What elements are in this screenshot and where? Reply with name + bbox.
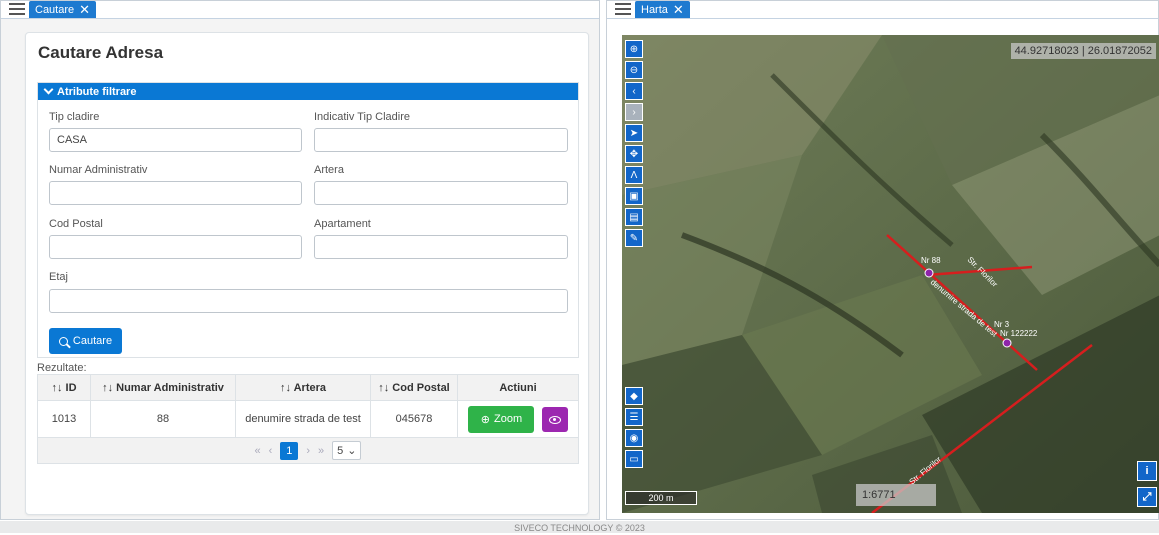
- view-button[interactable]: [541, 407, 568, 433]
- col-header-cod[interactable]: ↑↓ Cod Postal: [370, 374, 458, 401]
- artera-input[interactable]: [314, 181, 568, 205]
- search-icon: [58, 336, 68, 346]
- col-header-actiuni: Actiuni: [457, 374, 579, 401]
- scalebar: 200 m: [625, 491, 697, 505]
- tab-harta-label: Harta: [641, 3, 668, 16]
- tab-harta[interactable]: Harta ✕: [635, 1, 690, 18]
- accordion-title: Atribute filtrare: [57, 85, 137, 98]
- table-row: 1013 88 denumire strada de test 045678 ⊕…: [37, 400, 579, 438]
- zoom-button[interactable]: ⊕ Zoom: [468, 405, 535, 433]
- page-size-select[interactable]: 5 ⌄: [332, 441, 362, 460]
- map-label-nr88: Nr 88: [921, 256, 941, 265]
- tip-cladire-input[interactable]: CASA: [49, 128, 302, 152]
- chevron-down-icon: [43, 84, 54, 95]
- image-icon[interactable]: ▣: [625, 187, 643, 205]
- measure-icon[interactable]: Λ: [625, 166, 643, 184]
- apartament-input[interactable]: [314, 235, 568, 259]
- search-card: Cautare Adresa Atribute filtrare Tip cla…: [25, 32, 589, 515]
- page-size-value: 5: [337, 444, 344, 457]
- legend-icon[interactable]: ☰: [625, 408, 643, 426]
- table-header-row: ↑↓ ID ↑↓ Numar Administrativ ↑↓ Artera ↑…: [37, 374, 579, 401]
- zoom-button-label: Zoom: [494, 413, 523, 425]
- info-icon[interactable]: i: [1137, 461, 1157, 481]
- search-panel: Cautare ✕ Cautare Adresa Atribute filtra…: [0, 0, 600, 520]
- last-page-button[interactable]: »: [318, 445, 324, 457]
- results-label: Rezultate:: [37, 362, 87, 374]
- menu-icon[interactable]: [615, 3, 631, 15]
- results-table: ↑↓ ID ↑↓ Numar Administrativ ↑↓ Artera ↑…: [37, 374, 579, 438]
- map-toolbar: ⊕ ⊖ ‹ › ➤ ✥ Λ ▣ ▤ ✎: [625, 40, 643, 247]
- menu-icon[interactable]: [9, 3, 25, 15]
- col-header-numar[interactable]: ↑↓ Numar Administrativ: [90, 374, 236, 401]
- address-marker[interactable]: [924, 268, 934, 278]
- zoom-plus-icon: ⊕: [480, 413, 491, 426]
- eye-icon[interactable]: ◉: [625, 429, 643, 447]
- layers-icon[interactable]: ◆: [625, 387, 643, 405]
- coordinates-readout: 44.92718023 | 26.01872052: [1010, 43, 1156, 59]
- label-cod-postal: Cod Postal: [49, 218, 103, 230]
- map-view[interactable]: Nr 88 Str. Florilor denumire strada de t…: [622, 35, 1159, 513]
- right-tabbar: Harta ✕: [607, 1, 1158, 19]
- cell-actions: ⊕ Zoom: [457, 400, 579, 438]
- tab-cautare[interactable]: Cautare ✕: [29, 1, 97, 18]
- page-title: Cautare Adresa: [38, 43, 164, 62]
- tab-cautare-label: Cautare: [35, 3, 75, 16]
- cell-cod: 045678: [370, 400, 458, 438]
- col-header-artera[interactable]: ↑↓ Artera: [235, 374, 371, 401]
- label-tip-cladire: Tip cladire: [49, 111, 100, 123]
- label-indicativ: Indicativ Tip Cladire: [314, 111, 410, 123]
- close-icon[interactable]: ✕: [673, 3, 684, 16]
- etaj-input[interactable]: [49, 289, 568, 313]
- prev-page-button[interactable]: ‹: [269, 445, 273, 457]
- chevron-down-icon: ⌄: [347, 445, 357, 457]
- scale-ratio: 1:6771: [856, 484, 936, 506]
- filter-accordion: Atribute filtrare Tip cladire CASA Indic…: [37, 82, 579, 358]
- edit-icon[interactable]: ✎: [625, 229, 643, 247]
- pagination: « ‹ 1 › » 5 ⌄: [37, 438, 579, 464]
- search-button-label: Cautare: [72, 335, 113, 347]
- map-toolbar-bottom: ◆ ☰ ◉ ▭: [625, 387, 643, 468]
- accordion-header[interactable]: Atribute filtrare: [38, 83, 578, 100]
- address-marker[interactable]: [1002, 338, 1012, 348]
- pan-icon[interactable]: ✥: [625, 145, 643, 163]
- map-label-nr-big: Nr 122222: [1000, 329, 1038, 338]
- back-icon[interactable]: ‹: [625, 82, 643, 100]
- label-artera: Artera: [314, 164, 344, 176]
- eye-icon: [548, 415, 561, 424]
- map-icon[interactable]: ▤: [625, 208, 643, 226]
- cell-id: 1013: [37, 400, 91, 438]
- label-apartament: Apartament: [314, 218, 371, 230]
- first-page-button[interactable]: «: [255, 445, 261, 457]
- footer: SIVECO TECHNOLOGY © 2023: [0, 521, 1159, 533]
- satellite-map: Nr 88 Str. Florilor denumire strada de t…: [622, 35, 1159, 513]
- page-number-button[interactable]: 1: [280, 441, 299, 460]
- search-button[interactable]: Cautare: [49, 328, 122, 354]
- zoom-in-icon[interactable]: ⊕: [625, 40, 643, 58]
- label-etaj: Etaj: [49, 271, 68, 283]
- next-page-button[interactable]: ›: [306, 445, 310, 457]
- fullscreen-icon[interactable]: ⤢: [1137, 487, 1157, 507]
- close-icon[interactable]: ✕: [79, 3, 90, 16]
- col-header-id[interactable]: ↑↓ ID: [37, 374, 91, 401]
- cod-postal-input[interactable]: [49, 235, 302, 259]
- label-numar-adm: Numar Administrativ: [49, 164, 148, 176]
- forward-icon[interactable]: ›: [625, 103, 643, 121]
- map-panel: Harta ✕ Nr 88 Str. Florilor denumire str…: [606, 0, 1159, 520]
- map-label-nr3: Nr 3: [994, 320, 1010, 329]
- cell-numar: 88: [90, 400, 236, 438]
- left-tabbar: Cautare ✕: [1, 1, 599, 19]
- numar-adm-input[interactable]: [49, 181, 302, 205]
- cell-artera: denumire strada de test: [235, 400, 371, 438]
- comment-icon[interactable]: ▭: [625, 450, 643, 468]
- locate-icon[interactable]: ➤: [625, 124, 643, 142]
- indicativ-input[interactable]: [314, 128, 568, 152]
- zoom-out-icon[interactable]: ⊖: [625, 61, 643, 79]
